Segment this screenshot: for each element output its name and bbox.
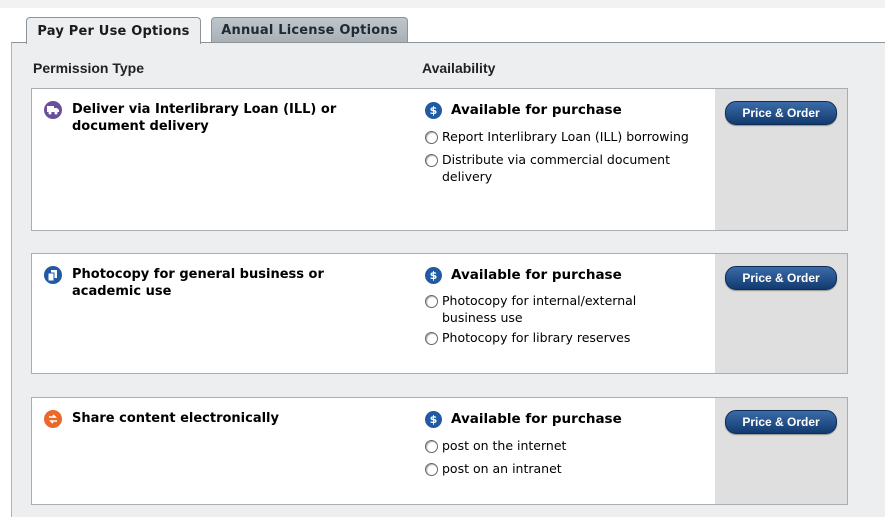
dollar-icon: $ xyxy=(425,410,442,428)
option-document-delivery[interactable]: Distribute via commercial document deliv… xyxy=(425,151,705,185)
permission-card-photocopy: Photocopy for general business or academ… xyxy=(31,253,848,374)
tab-pay-per-use[interactable]: Pay Per Use Options xyxy=(26,17,201,44)
option-label: post on an intranet xyxy=(442,461,562,476)
radio-button[interactable] xyxy=(425,332,438,345)
price-order-button[interactable]: Price & Order xyxy=(725,410,837,434)
availability-status: Available for purchase xyxy=(451,102,622,118)
dollar-icon: $ xyxy=(425,266,442,284)
top-strip xyxy=(0,0,885,8)
price-order-button[interactable]: Price & Order xyxy=(725,101,837,125)
option-label: Distribute via commercial document deliv… xyxy=(442,152,670,184)
radio-button[interactable] xyxy=(425,131,438,144)
dollar-icon: $ xyxy=(425,101,442,119)
radio-button[interactable] xyxy=(425,440,438,453)
radio-button[interactable] xyxy=(425,295,438,308)
option-library-reserves[interactable]: Photocopy for library reserves xyxy=(425,329,705,346)
permission-card-share: Share content electronically $ Available… xyxy=(31,397,848,505)
tab-annual-license[interactable]: Annual License Options xyxy=(211,17,408,42)
availability-header: Availability xyxy=(422,60,496,76)
truck-icon xyxy=(44,101,62,119)
option-label: Photocopy for internal/external business… xyxy=(442,293,637,325)
option-ill-borrowing[interactable]: Report Interlibrary Loan (ILL) borrowing xyxy=(425,128,705,145)
option-label: post on the internet xyxy=(442,438,567,453)
option-internal-external[interactable]: Photocopy for internal/external business… xyxy=(425,292,705,326)
option-post-internet[interactable]: post on the internet xyxy=(425,437,705,454)
availability-status: Available for purchase xyxy=(451,267,622,283)
permission-label: Share content electronically xyxy=(72,411,279,426)
permission-label: Photocopy for general business or academ… xyxy=(72,267,324,299)
permission-label: Deliver via Interlibrary Loan (ILL) or d… xyxy=(72,102,337,134)
share-icon xyxy=(44,410,62,428)
copy-icon xyxy=(44,266,62,284)
radio-button[interactable] xyxy=(425,463,438,476)
option-label: Report Interlibrary Loan (ILL) borrowing xyxy=(442,129,689,144)
option-label: Photocopy for library reserves xyxy=(442,330,631,345)
radio-button[interactable] xyxy=(425,154,438,167)
price-order-button[interactable]: Price & Order xyxy=(725,266,837,290)
option-post-intranet[interactable]: post on an intranet xyxy=(425,460,705,477)
availability-status: Available for purchase xyxy=(451,411,622,427)
permission-card-ill: Deliver via Interlibrary Loan (ILL) or d… xyxy=(31,88,848,231)
permission-type-header: Permission Type xyxy=(33,60,145,76)
